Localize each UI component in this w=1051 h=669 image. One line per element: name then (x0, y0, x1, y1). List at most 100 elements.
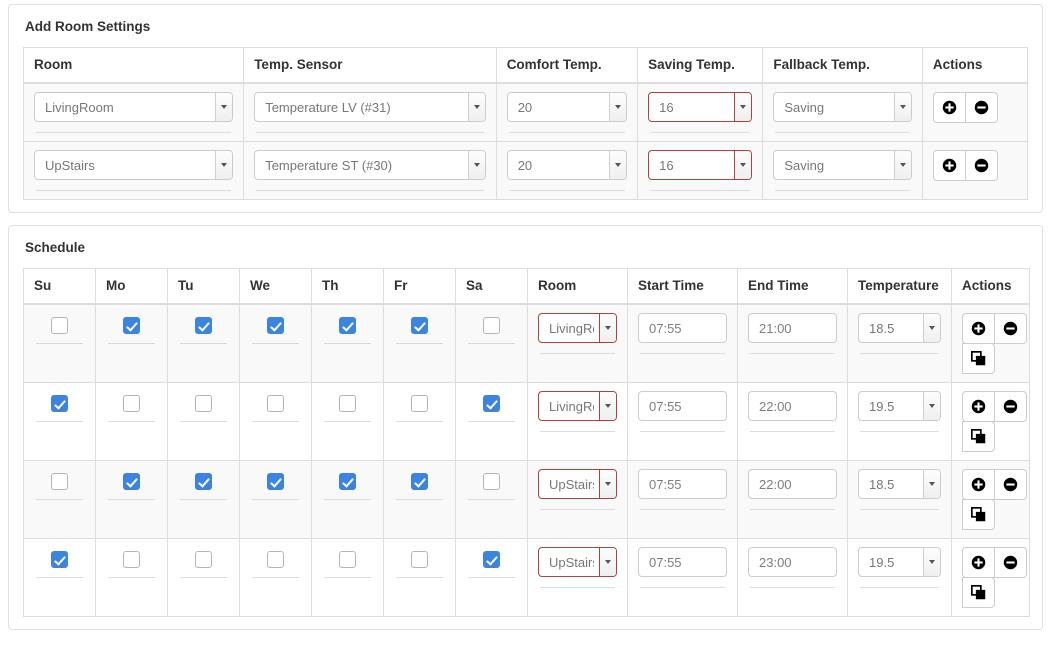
comfort-temp-select[interactable]: 20 (507, 150, 627, 180)
saving-temp-select[interactable]: 16 (648, 92, 752, 122)
sensor-select[interactable]: Temperature LV (#31) (254, 92, 486, 122)
room-select[interactable]: LivingRoom (538, 391, 617, 421)
col-header-fallback-temp: Fallback Temp. (763, 48, 923, 84)
day-checkbox-fr[interactable] (411, 473, 428, 490)
add-row-button[interactable] (962, 313, 995, 344)
row-action-stack (962, 469, 1027, 530)
day-checkbox-su[interactable] (51, 473, 68, 490)
table-row: UpStairs 19.5 (24, 539, 1030, 617)
saving-temp-select-wrap: 16 (648, 92, 752, 122)
fallback-temp-select[interactable]: Saving (773, 150, 912, 180)
remove-row-button[interactable] (994, 391, 1027, 422)
temperature-select[interactable]: 18.5 (858, 469, 941, 499)
copy-row-button[interactable] (962, 499, 995, 530)
end-time-input[interactable] (748, 469, 837, 499)
cell-day-mo (96, 304, 168, 383)
field-underline (108, 499, 155, 500)
cell-saving-temp: 16 (638, 83, 763, 142)
day-checkbox-fr[interactable] (411, 317, 428, 334)
remove-row-button[interactable] (994, 469, 1027, 500)
field-underline (36, 343, 83, 344)
day-checkbox-su[interactable] (51, 551, 68, 568)
temperature-select[interactable]: 18.5 (858, 313, 941, 343)
cell-start-time (628, 304, 738, 383)
start-time-input[interactable] (638, 391, 727, 421)
row-action-stack (962, 547, 1027, 608)
room-select[interactable]: UpStairs (538, 547, 617, 577)
field-underline (540, 431, 615, 432)
cell-room: UpStairs (24, 142, 244, 200)
cell-day-fr (384, 539, 456, 617)
room-select[interactable]: LivingRoom (34, 92, 233, 122)
day-checkbox-th[interactable] (339, 395, 356, 412)
day-checkbox-mo[interactable] (123, 317, 140, 334)
day-checkbox-sa[interactable] (483, 317, 500, 334)
cell-fallback-temp: Saving (763, 83, 923, 142)
field-underline (252, 499, 299, 500)
field-underline (750, 587, 835, 588)
day-checkbox-sa[interactable] (483, 395, 500, 412)
remove-row-button[interactable] (994, 313, 1027, 344)
remove-row-button[interactable] (965, 92, 998, 123)
add-row-button[interactable] (933, 92, 966, 123)
day-checkbox-su[interactable] (51, 395, 68, 412)
cell-comfort-temp: 20 (496, 83, 637, 142)
start-time-input[interactable] (638, 547, 727, 577)
col-header-mo: Mo (96, 269, 168, 305)
start-time-input[interactable] (638, 469, 727, 499)
add-row-button[interactable] (933, 150, 966, 181)
start-time-input[interactable] (638, 313, 727, 343)
fallback-temp-select-wrap: Saving (773, 150, 912, 180)
day-checkbox-sa[interactable] (483, 473, 500, 490)
end-time-input[interactable] (748, 391, 837, 421)
copy-row-button[interactable] (962, 421, 995, 452)
room-settings-body: LivingRoom Temperature LV (#31) (24, 83, 1028, 200)
plus-circle-icon (971, 399, 986, 414)
temperature-select[interactable]: 19.5 (858, 391, 941, 421)
cell-room: LivingRoom (528, 383, 628, 461)
room-select[interactable]: UpStairs (538, 469, 617, 499)
day-checkbox-th[interactable] (339, 551, 356, 568)
day-checkbox-we[interactable] (267, 395, 284, 412)
temperature-select[interactable]: 19.5 (858, 547, 941, 577)
day-checkbox-we[interactable] (267, 473, 284, 490)
day-checkbox-mo[interactable] (123, 395, 140, 412)
day-checkbox-we[interactable] (267, 317, 284, 334)
cell-actions (922, 142, 1027, 200)
day-checkbox-fr[interactable] (411, 395, 428, 412)
day-checkbox-fr[interactable] (411, 551, 428, 568)
day-checkbox-we[interactable] (267, 551, 284, 568)
day-checkbox-tu[interactable] (195, 395, 212, 412)
add-row-button[interactable] (962, 391, 995, 422)
field-underline (36, 421, 83, 422)
remove-row-button[interactable] (965, 150, 998, 181)
end-time-input[interactable] (748, 313, 837, 343)
copy-row-button[interactable] (962, 577, 995, 608)
cell-day-tu (168, 383, 240, 461)
add-row-button[interactable] (962, 547, 995, 578)
copy-row-button[interactable] (962, 343, 995, 374)
sensor-select[interactable]: Temperature ST (#30) (254, 150, 486, 180)
row-action-group (962, 391, 1027, 422)
room-select[interactable]: UpStairs (34, 150, 233, 180)
day-checkbox-mo[interactable] (123, 551, 140, 568)
day-checkbox-tu[interactable] (195, 473, 212, 490)
cell-day-th (312, 304, 384, 383)
day-checkbox-tu[interactable] (195, 317, 212, 334)
day-checkbox-th[interactable] (339, 473, 356, 490)
day-checkbox-sa[interactable] (483, 551, 500, 568)
day-checkbox-su[interactable] (51, 317, 68, 334)
comfort-temp-select[interactable]: 20 (507, 92, 627, 122)
field-underline (108, 343, 155, 344)
copy-icon (971, 585, 986, 600)
day-checkbox-th[interactable] (339, 317, 356, 334)
remove-row-button[interactable] (994, 547, 1027, 578)
room-select[interactable]: LivingRoom (538, 313, 617, 343)
end-time-input[interactable] (748, 547, 837, 577)
fallback-temp-select[interactable]: Saving (773, 92, 912, 122)
day-checkbox-tu[interactable] (195, 551, 212, 568)
saving-temp-select[interactable]: 16 (648, 150, 752, 180)
cell-actions (952, 304, 1030, 383)
add-row-button[interactable] (962, 469, 995, 500)
day-checkbox-mo[interactable] (123, 473, 140, 490)
